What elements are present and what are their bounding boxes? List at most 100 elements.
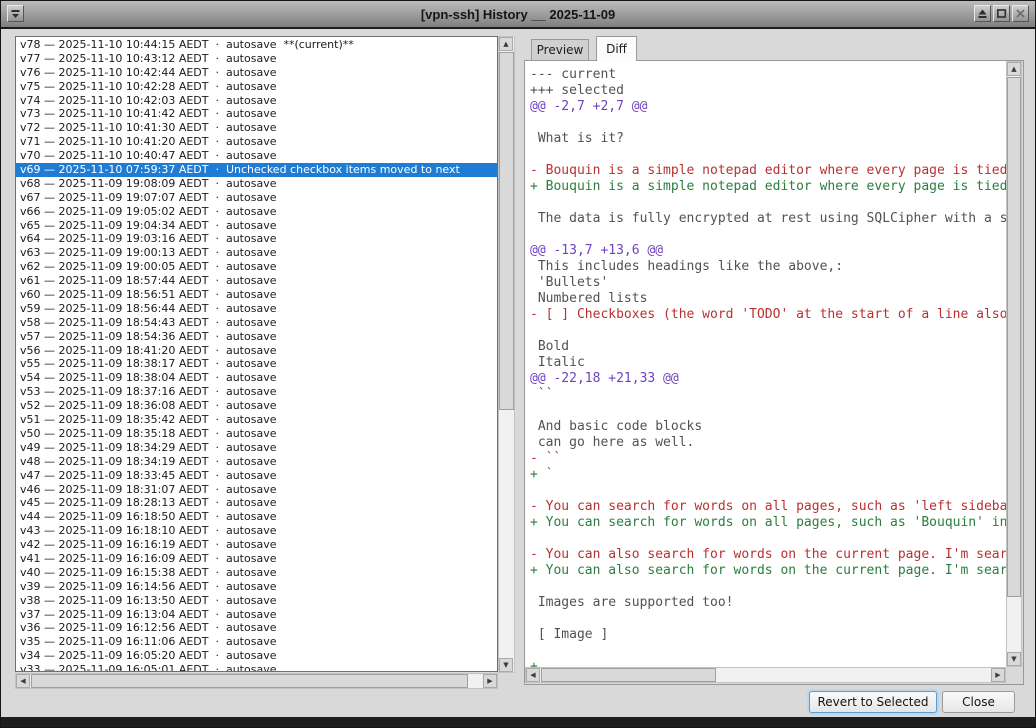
history-row[interactable]: v72 — 2025-11-10 10:41:30 AEDT · autosav… [16,121,497,135]
diff-horizontal-scrollbar[interactable]: ◀ ▶ [525,667,1006,683]
scroll-down-icon[interactable]: ▼ [1007,652,1021,666]
history-row[interactable]: v45 — 2025-11-09 18:28:13 AEDT · autosav… [16,496,497,510]
tab-preview[interactable]: Preview [531,39,589,61]
history-row[interactable]: v70 — 2025-11-10 10:40:47 AEDT · autosav… [16,149,497,163]
history-row[interactable]: v78 — 2025-11-10 10:44:15 AEDT · autosav… [16,38,497,52]
history-row[interactable]: v50 — 2025-11-09 18:35:18 AEDT · autosav… [16,427,497,441]
tab-diff-label: Diff [606,42,627,56]
diff-line: - You can search for words on all pages,… [530,499,1006,515]
history-row[interactable]: v69 — 2025-11-10 07:59:37 AEDT · Uncheck… [16,163,497,177]
diff-line: - Bouquin is a simple notepad editor whe… [530,163,1006,179]
history-row[interactable]: v73 — 2025-11-10 10:41:42 AEDT · autosav… [16,107,497,121]
diff-line [530,643,1006,659]
tab-diff[interactable]: Diff [596,36,637,61]
history-row[interactable]: v40 — 2025-11-09 16:15:38 AEDT · autosav… [16,566,497,580]
scroll-left-icon[interactable]: ◀ [526,668,540,682]
history-row[interactable]: v54 — 2025-11-09 18:38:04 AEDT · autosav… [16,371,497,385]
history-row[interactable]: v64 — 2025-11-09 19:03:16 AEDT · autosav… [16,232,497,246]
scroll-up-icon[interactable]: ▲ [1007,62,1021,76]
shade-button[interactable] [974,5,991,22]
list-vertical-scrollbar[interactable]: ▲ ▼ [498,36,515,673]
history-row[interactable]: v47 — 2025-11-09 18:33:45 AEDT · autosav… [16,469,497,483]
diff-line: Italic [530,355,1006,371]
diff-line: + ` [530,467,1006,483]
history-row[interactable]: v65 — 2025-11-09 19:04:34 AEDT · autosav… [16,219,497,233]
diff-line: + You can search for words on all pages,… [530,515,1006,531]
history-row[interactable]: v77 — 2025-11-10 10:43:12 AEDT · autosav… [16,52,497,66]
history-row[interactable]: v44 — 2025-11-09 16:18:50 AEDT · autosav… [16,510,497,524]
diff-line [530,579,1006,595]
history-row[interactable]: v48 — 2025-11-09 18:34:19 AEDT · autosav… [16,455,497,469]
history-row[interactable]: v62 — 2025-11-09 19:00:05 AEDT · autosav… [16,260,497,274]
diff-line [530,147,1006,163]
history-row[interactable]: v75 — 2025-11-10 10:42:28 AEDT · autosav… [16,80,497,94]
history-row[interactable]: v46 — 2025-11-09 18:31:07 AEDT · autosav… [16,483,497,497]
history-row[interactable]: v57 — 2025-11-09 18:54:36 AEDT · autosav… [16,330,497,344]
history-row[interactable]: v41 — 2025-11-09 16:16:09 AEDT · autosav… [16,552,497,566]
maximize-button[interactable] [993,5,1010,22]
history-row[interactable]: v51 — 2025-11-09 18:35:42 AEDT · autosav… [16,413,497,427]
scrollbar-thumb[interactable] [541,668,716,682]
window-title: [vpn-ssh] History __ 2025-11-09 [1,7,1035,22]
diff-line: can go here as well. [530,435,1006,451]
history-row[interactable]: v56 — 2025-11-09 18:41:20 AEDT · autosav… [16,344,497,358]
diff-line: - [ ] Checkboxes (the word 'TODO' at the… [530,307,1006,323]
diff-line: --- current [530,67,1006,83]
titlebar-close-button[interactable] [1012,5,1029,22]
history-row[interactable]: v68 — 2025-11-09 19:08:09 AEDT · autosav… [16,177,497,191]
history-row[interactable]: v49 — 2025-11-09 18:34:29 AEDT · autosav… [16,441,497,455]
scrollbar-thumb[interactable] [499,52,514,410]
history-row[interactable]: v36 — 2025-11-09 16:12:56 AEDT · autosav… [16,621,497,635]
history-row[interactable]: v33 — 2025-11-09 16:05:01 AEDT · autosav… [16,663,497,672]
diff-line: This includes headings like the above,: [530,259,1006,275]
diff-line: - You can also search for words on the c… [530,547,1006,563]
scrollbar-thumb[interactable] [1007,77,1021,597]
diff-line [530,611,1006,627]
revert-to-selected-button[interactable]: Revert to Selected [809,691,937,713]
window-menu-button[interactable] [7,5,24,22]
diff-line: @@ -22,18 +21,33 @@ [530,371,1006,387]
close-button[interactable]: Close [942,691,1015,713]
history-window: [vpn-ssh] History __ 2025-11-09 v78 — 20… [0,0,1036,728]
history-row[interactable]: v35 — 2025-11-09 16:11:06 AEDT · autosav… [16,635,497,649]
diff-vertical-scrollbar[interactable]: ▲ ▼ [1006,61,1022,667]
history-row[interactable]: v60 — 2025-11-09 18:56:51 AEDT · autosav… [16,288,497,302]
history-row[interactable]: v59 — 2025-11-09 18:56:44 AEDT · autosav… [16,302,497,316]
scroll-up-icon[interactable]: ▲ [499,37,513,51]
scroll-right-icon[interactable]: ▶ [991,668,1005,682]
scroll-left-icon[interactable]: ◀ [16,674,30,688]
scroll-right-icon[interactable]: ▶ [483,674,497,688]
shade-icon [976,7,989,20]
history-row[interactable]: v38 — 2025-11-09 16:13:50 AEDT · autosav… [16,594,497,608]
history-row[interactable]: v71 — 2025-11-10 10:41:20 AEDT · autosav… [16,135,497,149]
history-row[interactable]: v61 — 2025-11-09 18:57:44 AEDT · autosav… [16,274,497,288]
scroll-down-icon[interactable]: ▼ [499,658,513,672]
history-row[interactable]: v67 — 2025-11-09 19:07:07 AEDT · autosav… [16,191,497,205]
diff-line: @@ -13,7 +13,6 @@ [530,243,1006,259]
history-row[interactable]: v42 — 2025-11-09 16:16:19 AEDT · autosav… [16,538,497,552]
history-row[interactable]: v76 — 2025-11-10 10:42:44 AEDT · autosav… [16,66,497,80]
history-row[interactable]: v63 — 2025-11-09 19:00:13 AEDT · autosav… [16,246,497,260]
window-resize-edge[interactable] [1,717,1035,727]
diff-line [530,115,1006,131]
history-row[interactable]: v52 — 2025-11-09 18:36:08 AEDT · autosav… [16,399,497,413]
history-row[interactable]: v55 — 2025-11-09 18:38:17 AEDT · autosav… [16,357,497,371]
history-row[interactable]: v39 — 2025-11-09 16:14:56 AEDT · autosav… [16,580,497,594]
history-row[interactable]: v37 — 2025-11-09 16:13:04 AEDT · autosav… [16,608,497,622]
diff-line: + Bouquin is a simple notepad editor whe… [530,179,1006,195]
diff-line: What is it? [530,131,1006,147]
history-row[interactable]: v53 — 2025-11-09 18:37:16 AEDT · autosav… [16,385,497,399]
titlebar: [vpn-ssh] History __ 2025-11-09 [1,1,1035,29]
diff-line [530,531,1006,547]
history-row[interactable]: v34 — 2025-11-09 16:05:20 AEDT · autosav… [16,649,497,663]
history-row[interactable]: v43 — 2025-11-09 16:18:10 AEDT · autosav… [16,524,497,538]
list-horizontal-scrollbar[interactable]: ◀ ▶ [15,673,498,689]
diff-line: @@ -2,7 +2,7 @@ [530,99,1006,115]
history-row[interactable]: v74 — 2025-11-10 10:42:03 AEDT · autosav… [16,94,497,108]
history-row[interactable]: v66 — 2025-11-09 19:05:02 AEDT · autosav… [16,205,497,219]
history-list[interactable]: v78 — 2025-11-10 10:44:15 AEDT · autosav… [15,36,498,672]
diff-line [530,403,1006,419]
scrollbar-corner [1006,667,1022,683]
scrollbar-thumb[interactable] [31,674,468,688]
history-row[interactable]: v58 — 2025-11-09 18:54:43 AEDT · autosav… [16,316,497,330]
